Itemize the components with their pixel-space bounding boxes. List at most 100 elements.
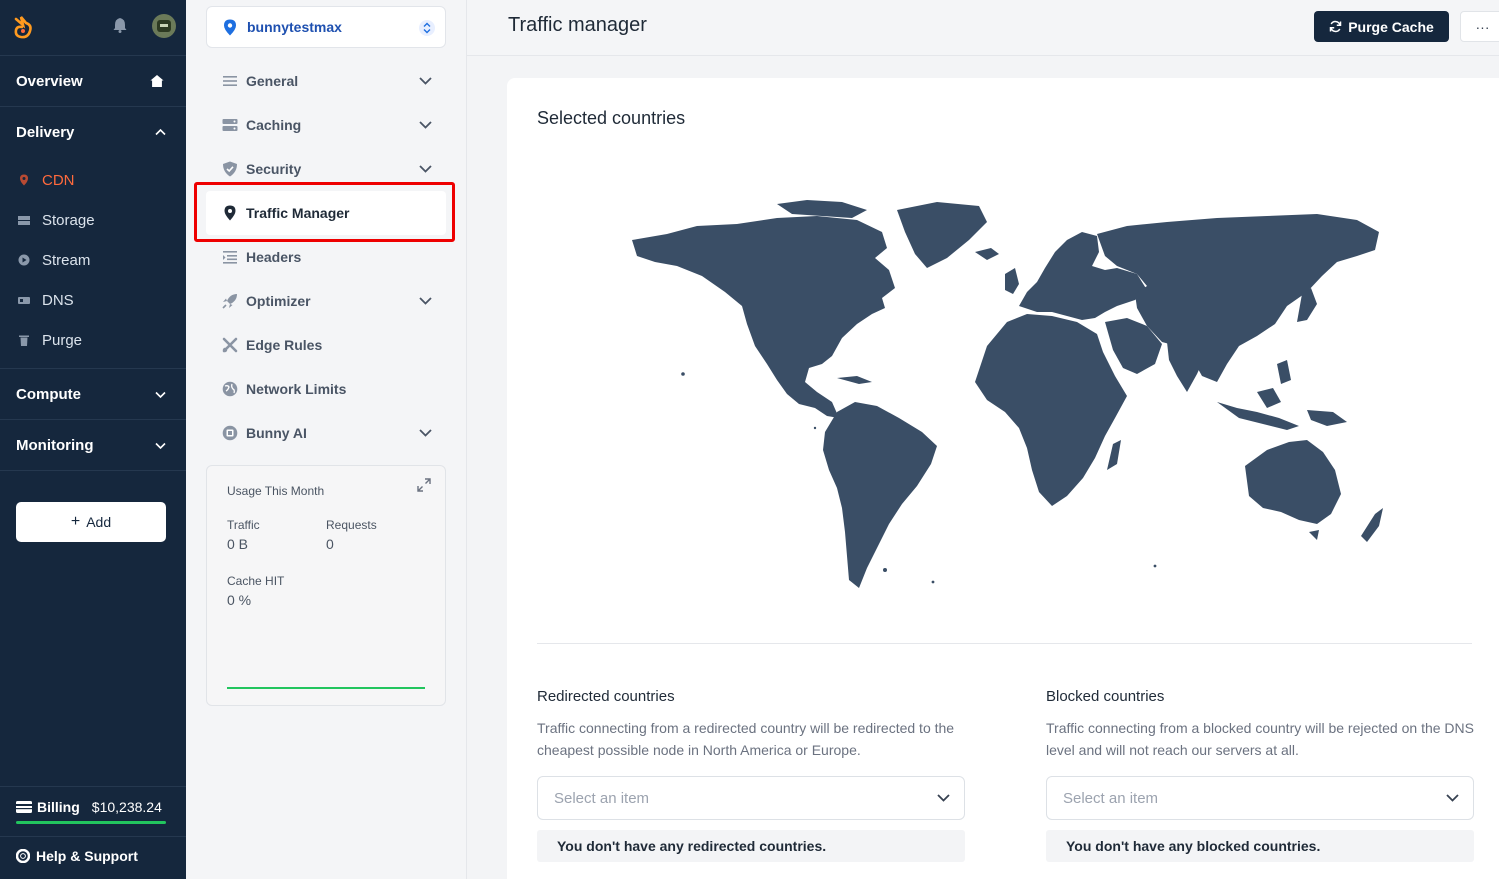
caribbean [837, 376, 872, 384]
redirected-empty-state: You don't have any redirected countries. [537, 830, 965, 862]
billing-panel[interactable]: Billing $10,238.24 [0, 786, 186, 837]
traffic-manager-card: Selected countries Redirected countries … [507, 78, 1499, 879]
chevron-down-icon[interactable] [419, 296, 432, 306]
iceland [975, 248, 999, 260]
usage-panel: Usage This Month Traffic 0 B Requests 0 … [206, 465, 446, 706]
south-america [823, 402, 937, 588]
sidebar-section-delivery[interactable]: Delivery [0, 107, 186, 158]
blocked-title: Blocked countries [1046, 688, 1165, 705]
chevron-down-icon [155, 391, 166, 399]
bunny-logo-icon[interactable] [12, 15, 34, 40]
zone-selector[interactable]: bunnytestmax [206, 6, 446, 48]
selected-countries-title: Selected countries [537, 108, 686, 128]
sidebar-item-stream[interactable]: Stream [0, 240, 186, 280]
trash-icon [19, 335, 29, 346]
sidebar-item-dns[interactable]: DNS [0, 280, 186, 320]
redirected-description: Traffic connecting from a redirected cou… [537, 720, 955, 758]
subnav-item-general[interactable]: General [206, 59, 446, 103]
chevron-down-icon [155, 442, 166, 450]
blocked-countries-section: Blocked countries Traffic connecting fro… [1046, 688, 1474, 862]
server-icon [222, 119, 238, 131]
sidebar-item-cdn[interactable]: CDN [0, 160, 186, 200]
subnav-item-bunny-ai[interactable]: Bunny AI [206, 411, 446, 455]
list-icon [223, 76, 237, 86]
select-placeholder: Select an item [554, 789, 650, 807]
add-button[interactable]: + Add [16, 502, 166, 542]
subnav-item-traffic-manager[interactable]: Traffic Manager [206, 191, 446, 235]
sidebar-item-label: Storage [42, 211, 95, 229]
cache-hit-value: 0 % [227, 592, 252, 608]
blocked-empty-state: You don't have any blocked countries. [1046, 830, 1474, 862]
world-map[interactable] [627, 196, 1387, 596]
madagascar [1107, 440, 1121, 470]
subnav-item-network-limits[interactable]: Network Limits [206, 367, 446, 411]
help-label: Help & Support [36, 848, 138, 864]
help-support-link[interactable]: Help & Support [0, 848, 138, 864]
subnav-item-label: Bunny AI [246, 425, 307, 441]
lifebuoy-icon [16, 849, 30, 863]
usage-sparkline [227, 687, 425, 689]
greenland [897, 202, 987, 268]
redirected-countries-select[interactable]: Select an item [537, 776, 965, 820]
usage-title: Usage This Month [227, 484, 325, 498]
sidebar-section-label: Overview [16, 72, 83, 90]
philippines [1277, 360, 1291, 384]
billing-progress-bar [16, 821, 166, 824]
subnav-item-optimizer[interactable]: Optimizer [206, 279, 446, 323]
chevron-down-icon[interactable] [419, 164, 432, 174]
requests-value: 0 [326, 536, 334, 552]
add-button-label: Add [86, 514, 112, 530]
rocket-icon [222, 294, 237, 309]
chevron-up-icon [155, 128, 166, 136]
home-icon [150, 75, 164, 87]
play-icon [18, 254, 30, 266]
sidebar-section-label: Delivery [16, 124, 75, 141]
tools-icon [222, 337, 238, 353]
sidebar-item-purge[interactable]: Purge [0, 320, 186, 360]
chevron-down-icon[interactable] [419, 120, 432, 130]
sidebar-section-compute[interactable]: Compute [0, 369, 186, 420]
map-pin-icon [20, 174, 28, 186]
billing-label: Billing [37, 799, 80, 815]
australia [1245, 440, 1341, 524]
delivery-submenu: CDN Storage Stream DNS Purge [0, 158, 186, 369]
subnav-item-headers[interactable]: Headers [206, 235, 446, 279]
traffic-value: 0 B [227, 536, 249, 552]
plus-icon: + [70, 513, 81, 530]
blocked-countries-select[interactable]: Select an item [1046, 776, 1474, 820]
chevron-down-icon[interactable] [419, 76, 432, 86]
bell-icon[interactable] [113, 17, 127, 33]
sidebar-section-label: Monitoring [16, 436, 94, 454]
indonesia [1217, 402, 1299, 430]
sidebar-section-overview[interactable]: Overview [0, 56, 186, 107]
chevron-down-icon[interactable] [419, 428, 432, 438]
sidebar-section-monitoring[interactable]: Monitoring [0, 420, 186, 471]
page-title: Traffic manager [508, 14, 647, 36]
expand-icon[interactable] [417, 478, 431, 492]
map-pin-icon [224, 205, 236, 221]
uk [1005, 268, 1019, 294]
refresh-icon [1329, 20, 1342, 33]
cache-hit-label: Cache HIT [227, 574, 285, 588]
subnav-item-caching[interactable]: Caching [206, 103, 446, 147]
chevron-up-down-icon [419, 20, 435, 36]
ai-chip-icon [222, 425, 238, 441]
subnav-item-edge-rules[interactable]: Edge Rules [206, 323, 446, 367]
purge-cache-button[interactable]: Purge Cache [1314, 11, 1449, 42]
avatar[interactable] [152, 14, 176, 38]
globe-icon [222, 381, 238, 397]
section-divider [537, 643, 1472, 644]
sidebar-item-storage[interactable]: Storage [0, 200, 186, 240]
tasmania [1309, 530, 1319, 540]
blocked-description: Traffic connecting from a blocked countr… [1046, 720, 1474, 758]
zone-name: bunnytestmax [247, 19, 342, 35]
more-options-button[interactable]: ··· [1460, 11, 1499, 42]
subnav-item-security[interactable]: Security [206, 147, 446, 191]
subnav-item-label: General [246, 73, 299, 89]
borneo [1257, 388, 1281, 408]
purge-cache-label: Purge Cache [1348, 18, 1434, 35]
subnav-item-label: Optimizer [246, 293, 311, 309]
page-header: Traffic manager Purge Cache ··· [467, 0, 1499, 56]
sidebar-header [0, 0, 186, 56]
subnav-item-label: Edge Rules [246, 337, 323, 353]
